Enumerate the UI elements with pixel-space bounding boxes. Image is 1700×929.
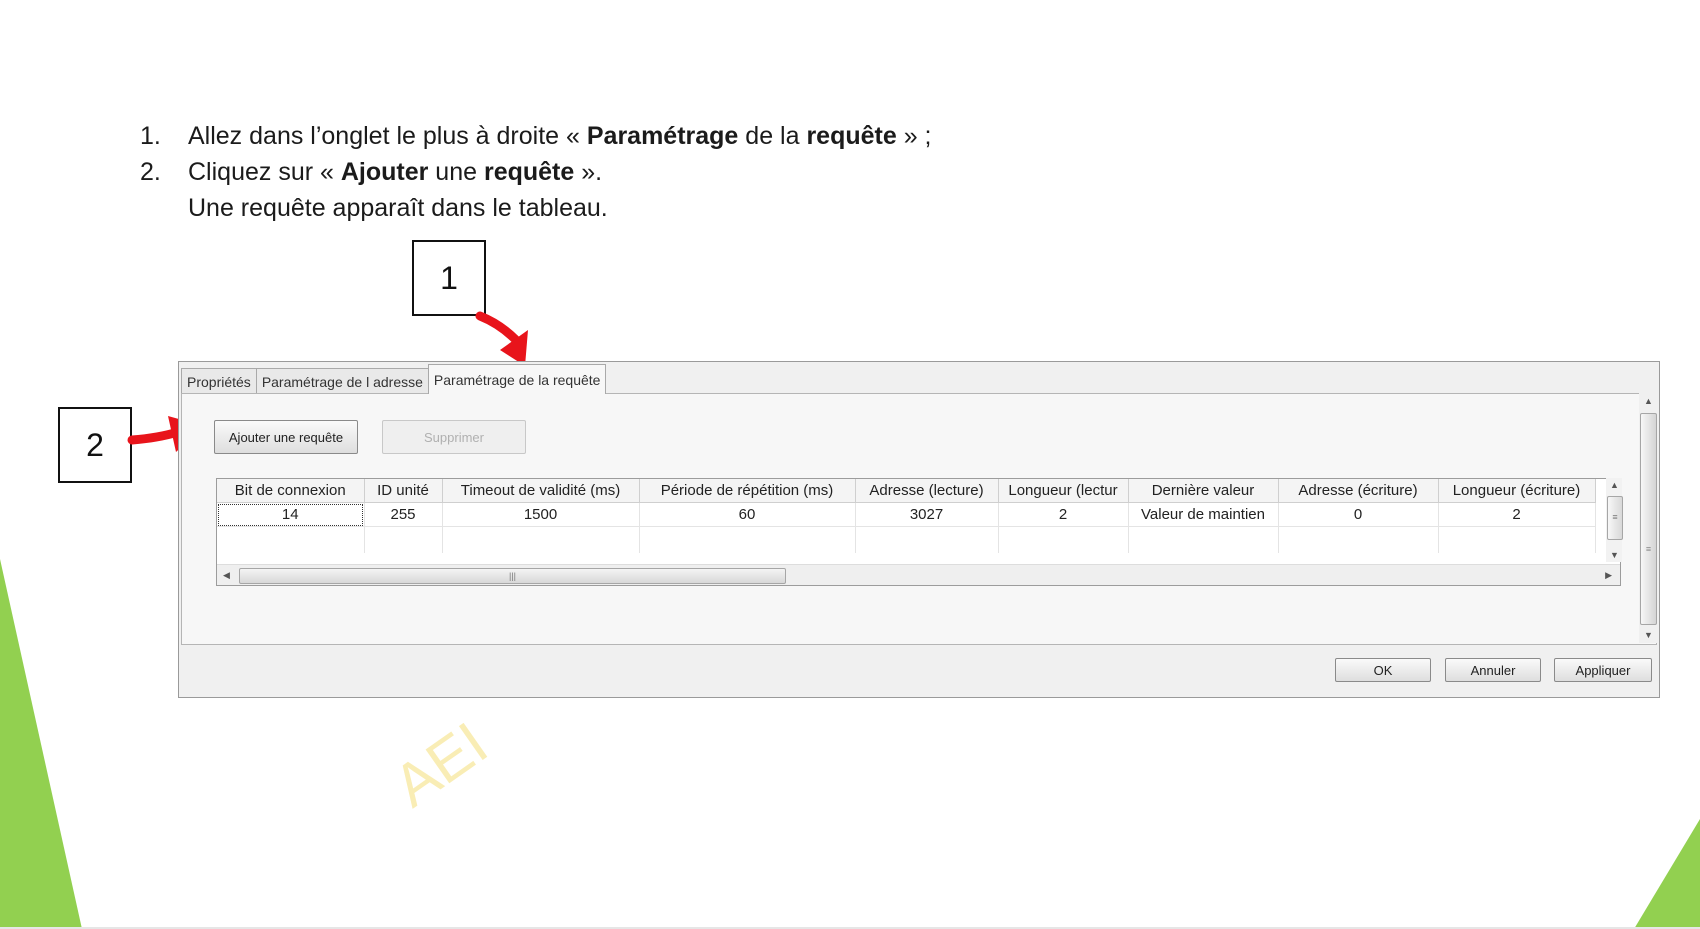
step-text: Cliquez sur « Ajouter une requête ».: [188, 158, 603, 186]
column-header[interactable]: Timeout de validité (ms): [442, 479, 640, 503]
instruction-step-2: 2. Cliquez sur « Ajouter une requête ».: [140, 154, 932, 190]
table-vertical-scrollbar[interactable]: ▲ ≡ ▼: [1606, 478, 1623, 562]
callout-box-2: 2: [58, 407, 132, 483]
table-vertical-scroll-thumb[interactable]: ≡: [1607, 496, 1623, 540]
scroll-down-icon[interactable]: ▼: [1610, 550, 1619, 560]
table-row[interactable]: 14 255 1500 60 3027 2 Valeur de maintien…: [217, 502, 1596, 527]
request-table: Bit de connexion ID unité Timeout de val…: [216, 478, 1621, 586]
delete-button[interactable]: Supprimer: [382, 420, 526, 454]
panel-vertical-scrollbar[interactable]: ▲ ≡ ▼: [1639, 393, 1657, 643]
horizontal-scrollbar[interactable]: ◀ ||| ▶: [217, 564, 1620, 585]
green-corner-right: [1634, 819, 1700, 929]
scroll-down-icon[interactable]: ▼: [1644, 630, 1653, 640]
empty-row: [217, 526, 1596, 553]
scroll-up-icon[interactable]: ▲: [1644, 396, 1653, 406]
table-cell[interactable]: Valeur de maintien: [1128, 502, 1279, 527]
cancel-button[interactable]: Annuler: [1445, 658, 1541, 682]
table-cell[interactable]: 1500: [442, 502, 640, 527]
tab-parametrage-requete[interactable]: Paramétrage de la requête: [427, 364, 607, 394]
table-cell[interactable]: 2: [1438, 502, 1596, 527]
column-header[interactable]: Longueur (écriture): [1438, 479, 1596, 503]
instructions-list: 1. Allez dans l’onglet le plus à droite …: [140, 118, 932, 226]
table-cell[interactable]: 2: [998, 502, 1129, 527]
step-number: 2.: [140, 158, 161, 186]
request-settings-panel: Ajouter une requête Supprimer Bit de con…: [181, 393, 1657, 645]
watermark-logo: AEI: [381, 709, 500, 820]
step-text: Allez dans l’onglet le plus à droite « P…: [188, 122, 932, 150]
table-cell[interactable]: 0: [1278, 502, 1439, 527]
column-header[interactable]: Bit de connexion: [217, 479, 365, 503]
instruction-step-1: 1. Allez dans l’onglet le plus à droite …: [140, 118, 932, 154]
scroll-left-icon[interactable]: ◀: [223, 570, 230, 581]
table-header-row: Bit de connexion ID unité Timeout de val…: [217, 479, 1596, 503]
scroll-right-icon[interactable]: ▶: [1605, 570, 1612, 581]
column-header[interactable]: Longueur (lectur: [998, 479, 1129, 503]
column-header[interactable]: Adresse (écriture): [1278, 479, 1439, 503]
callout-box-1: 1: [412, 240, 486, 316]
table-cell[interactable]: 14: [217, 502, 365, 527]
column-header[interactable]: Adresse (lecture): [855, 479, 999, 503]
table-cell[interactable]: 255: [364, 502, 443, 527]
ok-button[interactable]: OK: [1335, 658, 1431, 682]
table-cell[interactable]: 60: [639, 502, 856, 527]
instruction-note: Une requête apparaît dans le tableau.: [188, 194, 608, 222]
properties-dialog: Propriétés Paramétrage de l adresse Para…: [178, 361, 1660, 698]
column-header[interactable]: Dernière valeur: [1128, 479, 1279, 503]
table-cell[interactable]: 3027: [855, 502, 999, 527]
scroll-up-icon[interactable]: ▲: [1610, 480, 1619, 490]
green-corner-left: [0, 559, 82, 929]
panel-vertical-scroll-thumb[interactable]: ≡: [1640, 413, 1657, 625]
step-number: 1.: [140, 122, 161, 150]
tab-proprietes[interactable]: Propriétés: [181, 368, 257, 394]
apply-button[interactable]: Appliquer: [1554, 658, 1652, 682]
column-header[interactable]: Période de répétition (ms): [639, 479, 856, 503]
add-request-button[interactable]: Ajouter une requête: [214, 420, 358, 454]
dialog-footer: OK Annuler Appliquer: [179, 646, 1659, 696]
column-header[interactable]: ID unité: [364, 479, 443, 503]
horizontal-scroll-thumb[interactable]: |||: [239, 568, 786, 584]
tab-parametrage-adresse[interactable]: Paramétrage de l adresse: [255, 368, 429, 394]
tab-strip: Propriétés Paramétrage de l adresse Para…: [181, 364, 607, 394]
